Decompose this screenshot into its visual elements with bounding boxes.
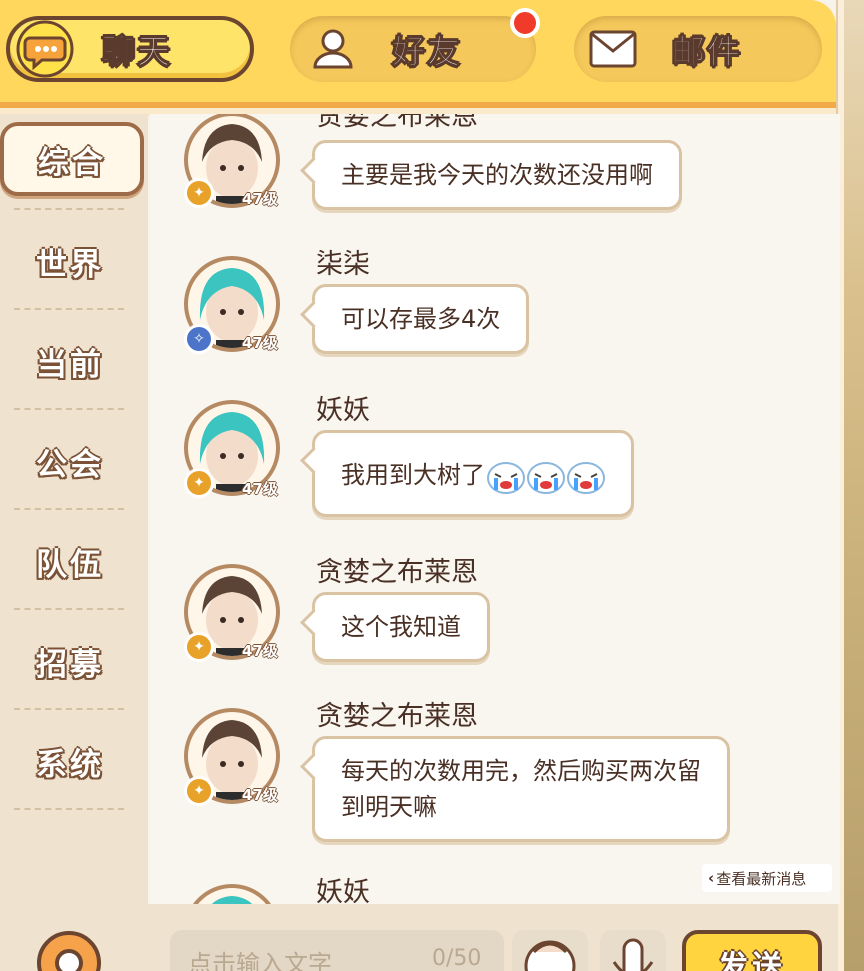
sender-name: 柒柒 <box>316 249 370 280</box>
sidebar-divider <box>14 808 124 810</box>
tab-mail[interactable]: 邮件 <box>574 16 822 82</box>
crying-emoji-icon <box>487 462 525 494</box>
sidebar-item-world[interactable]: 世界 <box>0 224 140 298</box>
message-text-line: 到明天嘛 <box>341 793 437 821</box>
sidebar-divider <box>14 208 124 210</box>
crying-emoji-icon <box>567 462 605 494</box>
player-level: 47级 <box>242 334 278 352</box>
sender-name: 贪婪之布莱恩 <box>316 701 478 732</box>
emoji-button[interactable] <box>512 930 588 971</box>
sidebar-item-team[interactable]: 队伍 <box>0 524 140 598</box>
chat-bubble-icon <box>16 20 74 78</box>
sender-name: 贪婪之布莱恩 <box>316 557 478 588</box>
chat-message-list[interactable]: 贪婪之布莱恩 ✦ 47级 主要是我今天的次数还没用啊 柒柒 ✧ 47级 可以存最… <box>150 114 840 904</box>
sender-name: 妖妖 <box>316 877 370 904</box>
sender-name: 贪婪之布莱恩 <box>316 114 478 132</box>
player-level: 47级 <box>242 480 278 498</box>
send-button[interactable]: 发送 <box>682 930 822 971</box>
message-bubble: 这个我知道 <box>312 592 490 662</box>
envelope-icon <box>584 20 642 78</box>
sidebar-divider <box>14 508 124 510</box>
crying-emoji-icon <box>527 462 565 494</box>
chevron-left-icon: ‹ <box>708 869 715 887</box>
class-badge-icon: ✦ <box>184 632 214 662</box>
sidebar-item-general[interactable]: 综合 <box>0 122 144 196</box>
sidebar-divider <box>14 308 124 310</box>
message-bubble: 每天的次数用完，然后购买两次留 到明天嘛 <box>312 736 730 842</box>
message-bubble: 可以存最多4次 <box>312 284 530 354</box>
view-latest-label: 查看最新消息 <box>716 869 807 888</box>
message-bubble: 我用到大树了 <box>312 430 634 517</box>
player-level: 47级 <box>242 190 278 208</box>
sidebar-item-system[interactable]: 系统 <box>0 724 140 798</box>
class-badge-icon: ✦ <box>184 178 214 208</box>
tab-chat[interactable]: 聊天 <box>6 16 254 82</box>
sidebar-item-current[interactable]: 当前 <box>0 324 140 398</box>
class-badge-icon: ✧ <box>184 324 214 354</box>
top-tab-bar: 聊天 好友 邮件 <box>0 0 836 116</box>
tab-friends-label: 好友 <box>392 32 462 72</box>
player-level: 47级 <box>242 642 278 660</box>
sidebar-divider <box>14 608 124 610</box>
notification-dot <box>510 8 540 38</box>
tab-chat-label: 聊天 <box>102 32 172 72</box>
smiley-face-icon <box>524 940 576 971</box>
message-text-line: 每天的次数用完，然后购买两次留 <box>341 757 701 785</box>
view-latest-messages-button[interactable]: ‹ 查看最新消息 <box>702 864 832 892</box>
tab-mail-label: 邮件 <box>672 32 742 72</box>
sidebar-item-guild[interactable]: 公会 <box>0 424 140 498</box>
player-level: 47级 <box>242 786 278 804</box>
voice-button[interactable] <box>600 930 666 971</box>
person-icon <box>304 20 362 78</box>
gear-icon[interactable] <box>34 928 104 971</box>
chat-input-placeholder: 点击输入文字 <box>188 950 332 971</box>
tab-friends[interactable]: 好友 <box>290 16 536 82</box>
class-badge-icon: ✦ <box>184 468 214 498</box>
sender-name: 妖妖 <box>316 395 370 426</box>
message-bubble: 主要是我今天的次数还没用啊 <box>312 140 682 210</box>
sidebar-divider <box>14 408 124 410</box>
microphone-icon <box>612 938 654 971</box>
sidebar-divider <box>14 708 124 710</box>
avatar[interactable] <box>184 884 280 904</box>
class-badge-icon: ✦ <box>184 776 214 806</box>
message-text: 我用到大树了 <box>341 461 485 489</box>
char-counter: 0/50 <box>432 946 482 971</box>
sidebar-item-recruit[interactable]: 招募 <box>0 624 140 698</box>
